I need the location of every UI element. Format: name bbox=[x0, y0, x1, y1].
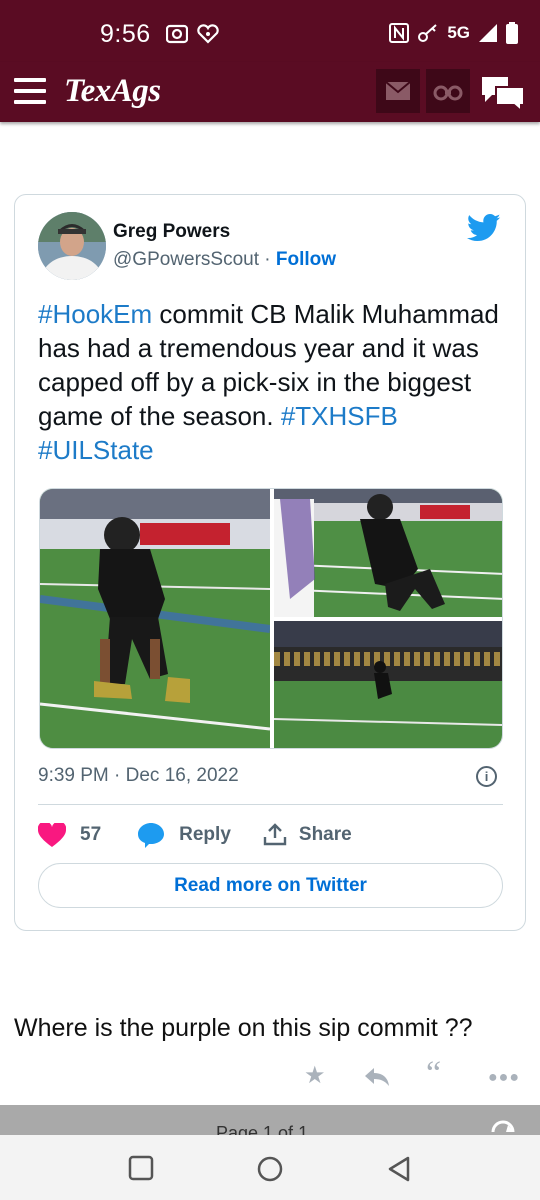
watch-button[interactable] bbox=[426, 69, 470, 113]
tweet-actions: 57 Reply Share bbox=[38, 820, 352, 850]
network-type: 5G bbox=[447, 23, 470, 42]
author-handle[interactable]: @GPowersScout bbox=[113, 249, 259, 270]
like-count: 57 bbox=[80, 824, 102, 845]
quote-icon[interactable]: “ bbox=[426, 1057, 441, 1091]
read-more-button[interactable]: Read more on Twitter bbox=[38, 863, 503, 908]
avatar[interactable] bbox=[38, 212, 106, 280]
avatar-image bbox=[38, 212, 106, 280]
star-icon[interactable]: ★ bbox=[304, 1064, 326, 1088]
tweet-text: #HookEm commit CB Malik Muhammad has had… bbox=[38, 297, 508, 467]
page-indicator[interactable]: Page 1 of 1 bbox=[216, 1123, 308, 1135]
texags-logo[interactable]: TexAgs bbox=[64, 73, 161, 110]
hashtag-hookem[interactable]: #HookEm bbox=[38, 299, 152, 329]
media-photos bbox=[40, 489, 502, 748]
twitter-logo-icon[interactable] bbox=[467, 213, 501, 243]
post-actions: ★ “ ●●● bbox=[0, 1057, 540, 1091]
reply-button[interactable]: Reply bbox=[179, 824, 231, 846]
share-button[interactable]: Share bbox=[299, 824, 352, 846]
tweet-media-grid[interactable] bbox=[39, 488, 503, 749]
status-bar: 9:56 5G bbox=[0, 0, 540, 62]
app-bar: TexAgs bbox=[0, 62, 540, 122]
recents-square-icon[interactable] bbox=[128, 1155, 154, 1181]
author-line: @GPowersScout · Follow bbox=[113, 249, 336, 271]
reply-bubble-icon[interactable] bbox=[137, 822, 165, 848]
tweet-timestamp[interactable]: 9:39 PM · Dec 16, 2022 bbox=[38, 765, 239, 787]
more-options-icon[interactable]: ●●● bbox=[488, 1066, 520, 1090]
system-nav-bar bbox=[0, 1135, 540, 1200]
media-photo-1 bbox=[40, 489, 271, 748]
messages-button[interactable] bbox=[376, 69, 420, 113]
share-icon[interactable] bbox=[263, 823, 287, 847]
camera-notification-icon bbox=[166, 24, 188, 44]
nfc-icon bbox=[389, 23, 410, 43]
divider bbox=[38, 804, 503, 805]
status-left-icons bbox=[166, 24, 220, 44]
hashtag-uilstate[interactable]: #UILState bbox=[38, 435, 154, 465]
reply-arrow-icon[interactable] bbox=[364, 1066, 390, 1088]
iheartradio-icon bbox=[197, 24, 219, 44]
battery-icon bbox=[506, 22, 518, 44]
pagination-bar: Page 1 of 1 bbox=[0, 1105, 540, 1135]
key-icon bbox=[418, 24, 437, 42]
refresh-icon[interactable] bbox=[488, 1117, 518, 1135]
chat-bubbles-icon[interactable] bbox=[480, 73, 526, 113]
heart-icon[interactable] bbox=[38, 822, 66, 848]
info-icon[interactable]: i bbox=[476, 766, 497, 787]
binoculars-icon bbox=[433, 85, 463, 101]
hashtag-txhsfb[interactable]: #TXHSFB bbox=[281, 401, 398, 431]
envelope-icon bbox=[385, 81, 411, 100]
media-photo-3 bbox=[273, 621, 502, 748]
handle-separator: · bbox=[259, 249, 276, 270]
home-circle-icon[interactable] bbox=[256, 1155, 284, 1183]
author-name[interactable]: Greg Powers bbox=[113, 221, 230, 243]
follow-button[interactable]: Follow bbox=[276, 249, 336, 270]
status-time: 9:56 bbox=[100, 20, 151, 48]
back-triangle-icon[interactable] bbox=[386, 1155, 412, 1183]
post-text: Where is the purple on this sip commit ?… bbox=[14, 1014, 473, 1042]
signal-icon bbox=[479, 24, 497, 42]
tweet-card[interactable]: Greg Powers @GPowersScout · Follow #Hook… bbox=[14, 194, 526, 931]
status-right-icons: 5G bbox=[389, 22, 518, 44]
media-photo-2 bbox=[273, 489, 502, 617]
menu-icon[interactable] bbox=[14, 78, 46, 104]
